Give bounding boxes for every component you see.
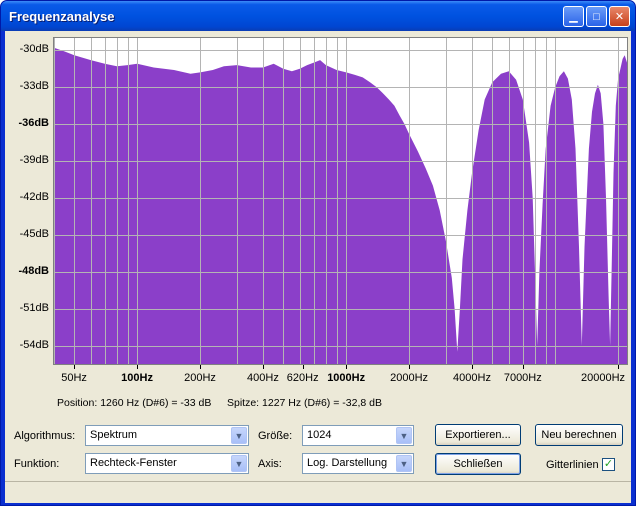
- window-title: Frequenzanalyse: [9, 9, 115, 24]
- x-tick-mark: [137, 365, 138, 369]
- x-tick-mark: [409, 365, 410, 369]
- x-tick-label: 7000Hz: [503, 372, 542, 384]
- y-tick-label: -33dB: [19, 80, 49, 93]
- axis-value: Log. Darstellung: [307, 457, 388, 469]
- status-bar: [5, 481, 631, 503]
- size-label: Größe:: [258, 430, 293, 442]
- frequency-analysis-window: Frequenzanalyse ▁ □ ✕ -30dB -33dB -36dB -39…: [0, 0, 636, 506]
- x-tick-label: 100Hz: [121, 372, 153, 384]
- y-tick-label: -45dB: [19, 227, 49, 240]
- x-tick-mark: [263, 365, 264, 369]
- size-select[interactable]: 1024 ▼: [302, 425, 414, 446]
- peak-readout: Spitze: 1227 Hz (D#6) = -32,8 dB: [227, 397, 382, 409]
- maximize-icon: □: [593, 10, 600, 23]
- axis-label: Axis:: [258, 458, 282, 470]
- x-tick-mark: [74, 365, 75, 369]
- size-value: 1024: [307, 429, 332, 441]
- function-value: Rechteck-Fenster: [90, 457, 177, 469]
- x-tick-mark: [472, 365, 473, 369]
- x-tick-mark: [618, 365, 619, 369]
- function-label: Funktion:: [14, 458, 60, 470]
- x-tick-label: 200Hz: [184, 372, 216, 384]
- y-tick-label: -39dB: [19, 154, 49, 167]
- spectrum-plot[interactable]: [53, 37, 628, 365]
- gridlines-label: Gitterlinien: [546, 459, 599, 471]
- maximize-button[interactable]: □: [586, 6, 607, 27]
- y-tick-label: -54dB: [19, 338, 49, 351]
- close-icon: ✕: [614, 11, 625, 23]
- recalculate-button[interactable]: Neu berechnen: [535, 424, 623, 446]
- x-tick-label: 620Hz: [286, 372, 319, 384]
- checkmark-icon: ✓: [603, 458, 614, 470]
- algorithm-label: Algorithmus:: [14, 430, 76, 442]
- title-bar[interactable]: Frequenzanalyse ▁ □ ✕: [1, 1, 635, 31]
- spectrum-chart: [54, 38, 627, 364]
- y-tick-label: -36dB: [18, 117, 49, 130]
- gridlines-checkbox[interactable]: ✓: [602, 458, 615, 471]
- chevron-down-icon[interactable]: ▼: [231, 427, 247, 444]
- x-tick-mark: [200, 365, 201, 369]
- y-tick-label: -42dB: [19, 190, 49, 203]
- x-tick-label: 4000Hz: [453, 372, 491, 384]
- function-select[interactable]: Rechteck-Fenster ▼: [85, 453, 249, 474]
- chevron-down-icon[interactable]: ▼: [396, 455, 412, 472]
- x-tick-mark: [303, 365, 304, 369]
- chevron-down-icon[interactable]: ▼: [231, 455, 247, 472]
- export-button[interactable]: Exportieren...: [435, 424, 521, 446]
- x-tick-label: 1000Hz: [327, 372, 366, 384]
- dialog-client-area: -30dB -33dB -36dB -39dB -42dB -45dB -48dB -51dB…: [5, 31, 631, 503]
- chevron-down-icon[interactable]: ▼: [396, 427, 412, 444]
- axis-select[interactable]: Log. Darstellung ▼: [302, 453, 414, 474]
- algorithm-select[interactable]: Spektrum ▼: [85, 425, 249, 446]
- position-readout: Position: 1260 Hz (D#6) = -33 dB: [57, 397, 212, 409]
- minimize-icon: ▁: [569, 11, 578, 23]
- close-button[interactable]: Schließen: [435, 453, 521, 475]
- y-tick-label: -30dB: [19, 43, 49, 56]
- x-tick-label: 50Hz: [61, 372, 87, 384]
- y-tick-label: -48dB: [18, 264, 49, 277]
- x-tick-label: 20000Hz: [581, 372, 626, 384]
- x-tick-mark: [346, 365, 347, 369]
- x-tick-mark: [523, 365, 524, 369]
- spectrum-area: [54, 47, 627, 364]
- close-window-button[interactable]: ✕: [609, 6, 630, 27]
- x-tick-label: 2000Hz: [390, 372, 429, 384]
- algorithm-value: Spektrum: [90, 429, 138, 441]
- x-tick-label: 400Hz: [247, 372, 279, 384]
- y-tick-label: -51dB: [19, 301, 49, 314]
- minimize-button[interactable]: ▁: [563, 6, 584, 27]
